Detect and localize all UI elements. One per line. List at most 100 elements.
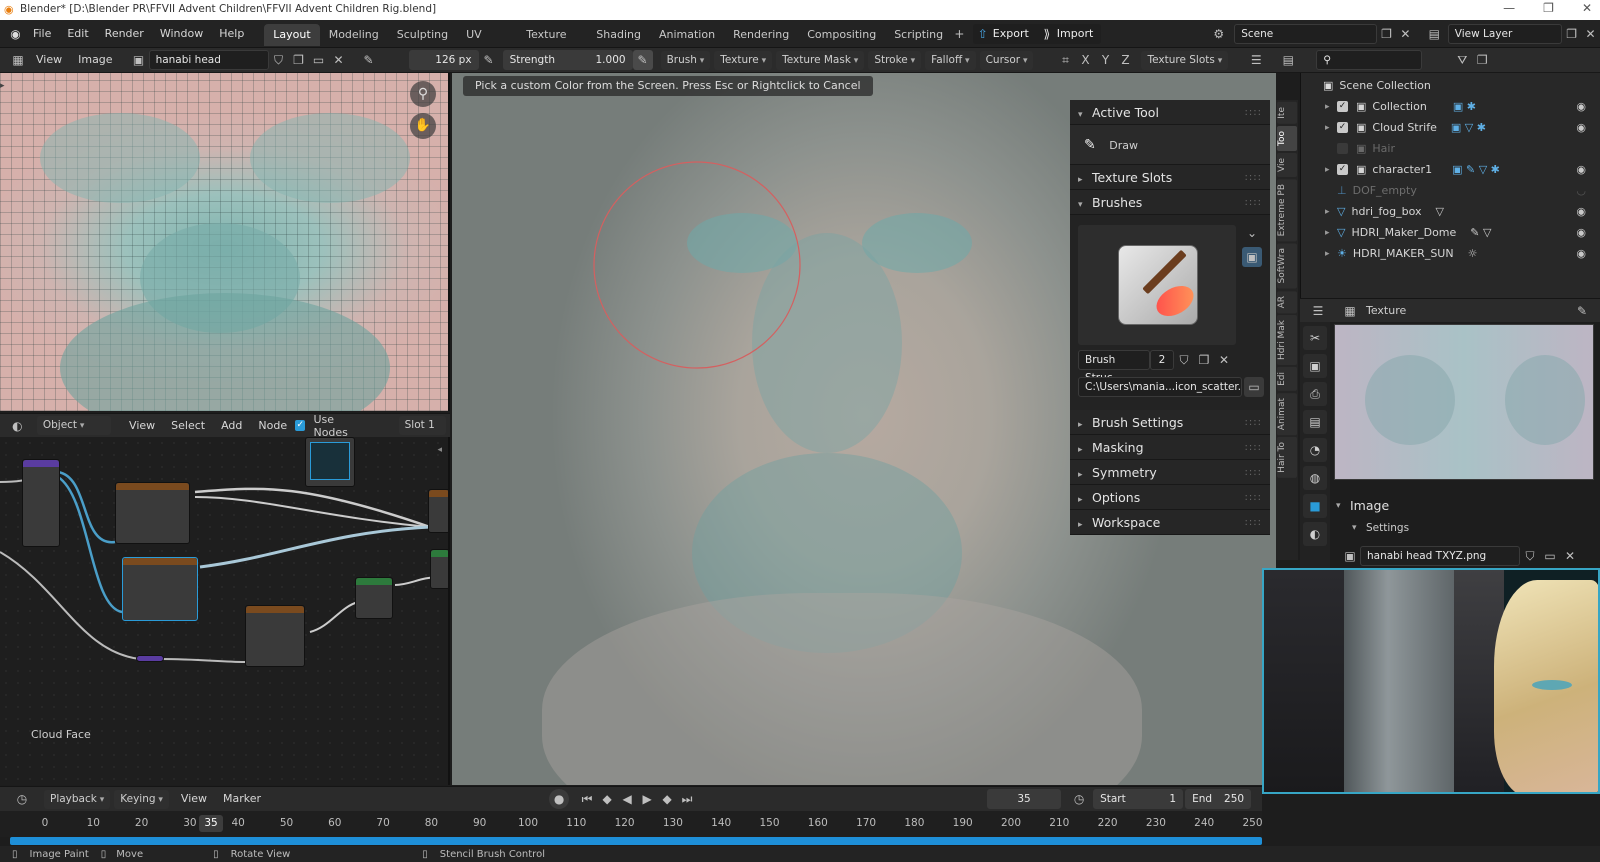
add-workspace-icon[interactable]: + (952, 24, 967, 44)
outliner-row[interactable]: ▸ ▽ HDRI_Maker_Dome ✎ ▽ ◉ (1323, 222, 1600, 243)
export-button[interactable]: Export (993, 27, 1037, 40)
drag-handle-icon[interactable]: :::: (1245, 165, 1262, 190)
tab-scripting[interactable]: Scripting (885, 24, 952, 46)
tab-edit[interactable]: Edi (1277, 367, 1297, 391)
delete-view-layer-icon[interactable]: ✕ (1581, 24, 1600, 44)
preview-range-icon[interactable]: ◷ (1069, 789, 1089, 809)
open-image-icon[interactable]: ▭ (1540, 546, 1560, 566)
tab-view[interactable]: Vie (1277, 152, 1297, 177)
active-tool-row[interactable]: ✎ Draw (1070, 125, 1270, 165)
menu-edit[interactable]: Edit (59, 20, 96, 48)
keying-dropdown[interactable]: Keying (114, 789, 169, 809)
sidebar-toggle-icon[interactable]: ◂ (437, 445, 442, 455)
outliner-search-input[interactable]: ⚲ (1316, 50, 1423, 70)
drag-handle-icon[interactable]: :::: (1245, 435, 1262, 460)
tab-animation[interactable]: Animat (1277, 392, 1297, 436)
brush-name-field[interactable]: Brush Struc... (1078, 350, 1150, 384)
node-editor-canvas[interactable]: Cloud Face ◂ (0, 437, 450, 785)
scene-field[interactable]: Scene (1234, 23, 1377, 44)
drag-handle-icon[interactable]: :::: (1245, 510, 1262, 535)
collection-tab-icon[interactable]: ■ (1303, 494, 1327, 518)
tab-layout[interactable]: Layout (264, 24, 320, 46)
brushes-header[interactable]: ▾ Brushes:::: (1070, 190, 1270, 215)
current-frame-field[interactable]: 35 (987, 789, 1062, 809)
radius-pressure-icon[interactable]: ✎ (479, 50, 499, 70)
symmetry-header[interactable]: ▸ Symmetry:::: (1070, 460, 1270, 485)
brush-duplicate-icon[interactable]: ❐ (1194, 350, 1214, 370)
timeline-scrub-bar[interactable] (10, 837, 1262, 845)
tab-uv-editing[interactable]: UV Editing (457, 24, 517, 63)
tab-shading[interactable]: Shading (587, 24, 650, 46)
image-texture-node[interactable] (122, 557, 198, 621)
world-tab-icon[interactable]: ◍ (1303, 466, 1327, 490)
expand-arrow-icon[interactable]: ▸ (1325, 102, 1337, 112)
tab-softwrap[interactable]: SoftWra (1277, 243, 1297, 289)
drag-handle-icon[interactable]: :::: (1245, 410, 1262, 435)
zoom-icon[interactable]: ⚲ (410, 81, 436, 107)
uv-menu-image[interactable]: Image (70, 46, 120, 74)
fake-user-icon[interactable]: ⛉ (269, 50, 289, 70)
play-icon[interactable]: ▶ (637, 789, 657, 809)
mapping-node[interactable] (22, 459, 60, 547)
start-frame-field[interactable]: Start 1 (1093, 789, 1184, 809)
expand-arrow-icon[interactable]: ▸ (1325, 249, 1337, 259)
tab-modeling[interactable]: Modeling (320, 24, 388, 46)
brush-users-count[interactable]: 2 (1150, 350, 1174, 370)
brush-image-icon[interactable]: ▣ (1242, 247, 1262, 267)
menu-render[interactable]: Render (97, 20, 152, 48)
new-scene-icon[interactable]: ❐ (1377, 24, 1396, 44)
record-icon[interactable]: ● (549, 789, 570, 809)
end-frame-field[interactable]: End 250 (1185, 789, 1252, 809)
view-layer-field[interactable]: View Layer (1447, 23, 1563, 44)
tab-hdri-maker[interactable]: Hdri Mak (1277, 314, 1297, 366)
texture-slots-header[interactable]: ▸ Texture Slots:::: (1070, 165, 1270, 190)
mix-node[interactable] (115, 482, 190, 544)
collection-checkbox[interactable]: ✓ (1337, 122, 1348, 133)
tab-animation[interactable]: Animation (650, 24, 724, 46)
tab-tool[interactable]: Too (1277, 125, 1297, 151)
brush-radius-field[interactable]: 126 px (408, 50, 479, 70)
scene-tab-icon[interactable]: ◔ (1303, 438, 1327, 462)
prev-keyframe-icon[interactable]: ◆ (597, 789, 617, 809)
strength-slider[interactable]: Strength 1.000 (502, 50, 633, 70)
collection-checkbox[interactable]: ✓ (1337, 164, 1348, 175)
menu-window[interactable]: Window (152, 20, 211, 48)
display-mode-icon[interactable]: ▤ (1278, 50, 1298, 70)
visibility-eye-icon[interactable]: ◉ (1576, 121, 1586, 134)
import-button[interactable]: Import (1057, 27, 1102, 40)
timeline-menu-marker[interactable]: Marker (215, 785, 269, 813)
image-browse-icon[interactable]: ▣ (1340, 546, 1360, 566)
falloff-dropdown[interactable]: Falloff (925, 50, 976, 70)
scene-icon[interactable]: ⚙ (1209, 24, 1228, 44)
tab-compositing[interactable]: Compositing (798, 24, 885, 46)
visibility-eye-icon[interactable]: ◉ (1576, 163, 1586, 176)
use-nodes-checkbox[interactable]: ✓ (295, 420, 306, 431)
brush-settings-header[interactable]: ▸ Brush Settings:::: (1070, 410, 1270, 435)
drag-handle-icon[interactable]: :::: (1245, 485, 1262, 510)
visibility-eye-icon[interactable]: ◉ (1576, 247, 1586, 260)
stroke-dropdown[interactable]: Stroke (868, 50, 922, 70)
image-section-header[interactable]: ▾ Image (1336, 498, 1389, 513)
outliner-row[interactable]: ▸ ✓ ▣ Cloud Strife ▣ ▽ ✱ ◉ (1323, 117, 1600, 138)
tab-sculpting[interactable]: Sculpting (388, 24, 457, 46)
visibility-eye-icon[interactable]: ◉ (1576, 205, 1586, 218)
brush-dropdown[interactable]: Brush (660, 50, 711, 70)
tab-rendering[interactable]: Rendering (724, 24, 798, 46)
settings-subsection-header[interactable]: ▾ Settings (1352, 522, 1409, 534)
pan-hand-icon[interactable]: ✋ (410, 113, 436, 139)
editor-type-icon[interactable]: ▦ (8, 50, 28, 70)
outliner-filter-icon[interactable]: ☰ (1246, 50, 1266, 70)
maximize-icon[interactable]: ❐ (1543, 1, 1554, 15)
scene-collection-row[interactable]: ▣ Scene Collection (1323, 75, 1600, 96)
hidden-eye-icon[interactable]: ◡ (1576, 184, 1586, 197)
tab-ar[interactable]: AR (1277, 290, 1297, 313)
drag-handle-icon[interactable]: :::: (1245, 460, 1262, 485)
new-view-layer-icon[interactable]: ❐ (1562, 24, 1581, 44)
menu-file[interactable]: File (25, 20, 59, 48)
next-keyframe-icon[interactable]: ◆ (657, 789, 677, 809)
reroute-node[interactable] (136, 655, 164, 662)
tab-item[interactable]: Ite (1277, 102, 1297, 124)
drag-handle-icon[interactable]: :::: (1245, 190, 1262, 215)
shader-node[interactable] (355, 577, 393, 619)
filter-icon[interactable]: ⛛ (1452, 50, 1472, 70)
